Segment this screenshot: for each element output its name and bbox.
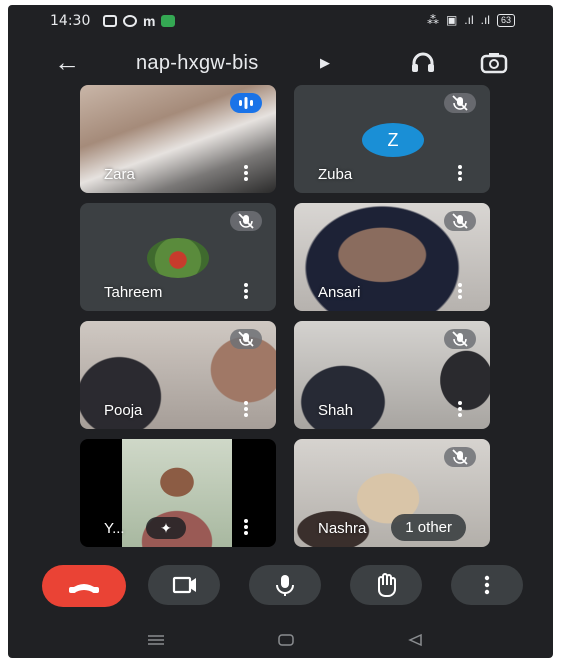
participant-name: Zara xyxy=(104,166,135,183)
camera-icon xyxy=(172,576,196,594)
whatsapp-icon xyxy=(123,15,137,27)
more-options-icon[interactable] xyxy=(458,165,462,181)
system-icons: ⁂ ▣ .ıl .ıl 63 xyxy=(427,13,515,27)
phone-hangup-icon xyxy=(69,584,99,593)
volte-icon: ▣ xyxy=(445,13,458,27)
status-time: 14:30 xyxy=(50,13,91,29)
avatar xyxy=(147,238,209,278)
more-vert-icon xyxy=(484,575,490,595)
signal-icon-2: .ıl xyxy=(480,13,490,27)
speaking-indicator-icon xyxy=(230,93,262,113)
participant-name: Nashra xyxy=(318,520,367,537)
mic-off-icon xyxy=(444,447,476,467)
notification-icons: m xyxy=(103,13,176,29)
mic-off-icon xyxy=(444,93,476,113)
meeting-header: ← nap-hxgw-bis ▶ xyxy=(8,41,553,85)
participant-tile[interactable]: Ansari xyxy=(294,203,490,311)
status-bar: 14:30 m ⁂ ▣ .ıl .ıl 63 xyxy=(8,5,553,37)
other-participants-badge[interactable]: 1 other xyxy=(391,514,466,541)
more-options-icon[interactable] xyxy=(458,401,462,417)
microphone-icon xyxy=(276,575,294,596)
participant-name: Tahreem xyxy=(104,284,163,301)
avatar: Z xyxy=(362,123,424,157)
participant-tile[interactable]: Zara xyxy=(80,85,276,193)
more-options-icon[interactable] xyxy=(244,283,248,299)
wifi-icon: ⁂ xyxy=(426,13,439,27)
more-options-icon[interactable] xyxy=(244,401,248,417)
more-options-button[interactable] xyxy=(451,565,523,605)
meet-icon: m xyxy=(143,13,156,29)
back-icon[interactable] xyxy=(406,633,426,647)
battery-icon: 63 xyxy=(496,13,515,27)
hand-icon xyxy=(378,573,396,597)
effects-icon[interactable]: ✦ xyxy=(146,517,186,539)
recents-icon[interactable] xyxy=(146,633,166,647)
camera-button[interactable] xyxy=(148,565,220,605)
caret-right-icon[interactable]: ▶ xyxy=(320,55,330,71)
app-notification-icon xyxy=(161,15,176,27)
participant-tile[interactable]: Shah xyxy=(294,321,490,429)
participant-name: Zuba xyxy=(318,166,353,183)
participant-tile[interactable]: Nashra 1 other xyxy=(294,439,490,547)
participant-tile[interactable]: Z Zuba xyxy=(294,85,490,193)
call-controls xyxy=(8,565,553,609)
switch-camera-icon[interactable] xyxy=(480,51,508,75)
participant-tile[interactable]: Tahreem xyxy=(80,203,276,311)
home-icon[interactable] xyxy=(276,633,296,647)
mic-off-icon xyxy=(444,211,476,231)
raise-hand-button[interactable] xyxy=(350,565,422,605)
end-call-button[interactable] xyxy=(42,565,126,607)
participant-name: Ansari xyxy=(318,284,361,301)
meeting-code[interactable]: nap-hxgw-bis xyxy=(136,52,259,75)
notification-icon xyxy=(103,15,117,27)
mic-off-icon xyxy=(444,329,476,349)
participant-name: Shah xyxy=(318,402,354,419)
back-arrow-icon[interactable]: ← xyxy=(54,49,80,75)
headphones-icon[interactable] xyxy=(409,51,437,75)
mic-off-icon xyxy=(230,211,262,231)
participant-name: Pooja xyxy=(104,402,143,419)
more-options-icon[interactable] xyxy=(458,283,462,299)
system-navigation-bar xyxy=(8,625,553,658)
more-options-icon[interactable] xyxy=(244,165,248,181)
more-options-icon[interactable] xyxy=(244,519,248,535)
phone-screen: 14:30 m ⁂ ▣ .ıl .ıl 63 ← nap-hxgw-bis ▶ xyxy=(8,5,553,658)
signal-icon: .ıl xyxy=(464,13,474,27)
mic-off-icon xyxy=(230,329,262,349)
participant-tile[interactable]: Y... ✦ xyxy=(80,439,276,547)
participant-name: Y... xyxy=(104,520,125,537)
microphone-button[interactable] xyxy=(249,565,321,605)
participant-tile[interactable]: Pooja xyxy=(80,321,276,429)
